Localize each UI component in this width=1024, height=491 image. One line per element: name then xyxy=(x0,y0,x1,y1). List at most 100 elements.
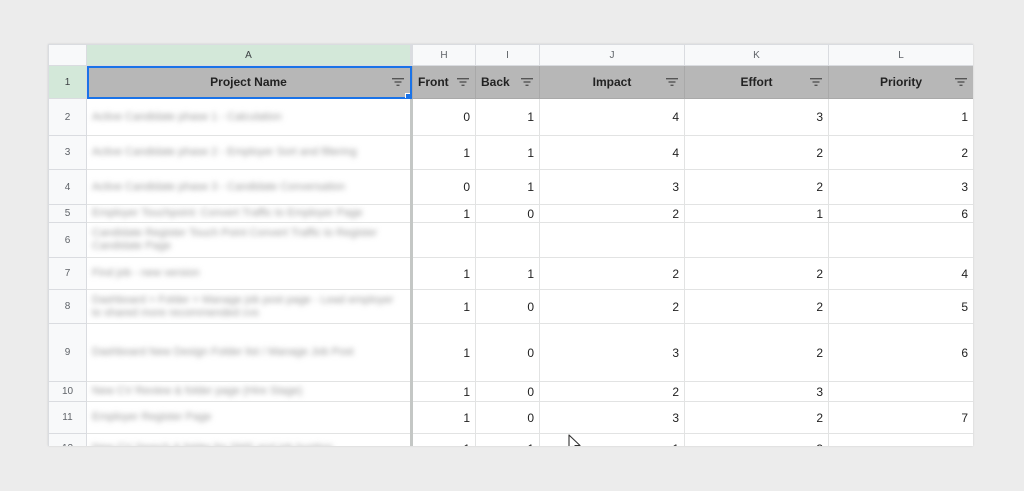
impact-cell[interactable]: 4 xyxy=(539,98,685,136)
filter-icon[interactable] xyxy=(521,77,533,87)
project-name-cell[interactable]: New CV Review & folder page (Hire Stage) xyxy=(86,381,413,402)
header-cell-priority[interactable]: Priority xyxy=(828,65,973,99)
effort-cell[interactable]: 2 xyxy=(684,135,829,170)
impact-cell[interactable]: 2 xyxy=(539,257,685,290)
row-number[interactable]: 7 xyxy=(48,257,87,290)
project-name-cell[interactable]: Active Candidate phase 3 - Candidate Con… xyxy=(86,169,413,205)
column-header-a[interactable]: A xyxy=(86,44,413,66)
column-header-k[interactable]: K xyxy=(684,44,829,66)
row-number[interactable]: 5 xyxy=(48,204,87,223)
back-cell[interactable]: 1 xyxy=(475,169,540,205)
front-cell[interactable]: 1 xyxy=(411,289,476,324)
project-name-cell[interactable]: Find job - new version xyxy=(86,257,413,290)
effort-cell[interactable]: 3 xyxy=(684,381,829,402)
priority-cell[interactable] xyxy=(828,433,973,446)
impact-cell[interactable]: 3 xyxy=(539,169,685,205)
back-cell[interactable]: 0 xyxy=(475,381,540,402)
front-cell[interactable]: 1 xyxy=(411,257,476,290)
effort-cell[interactable]: 2 xyxy=(684,257,829,290)
header-cell-effort[interactable]: Effort xyxy=(684,65,829,99)
header-cell-back[interactable]: Back xyxy=(475,65,540,99)
priority-cell[interactable] xyxy=(828,381,973,402)
front-cell[interactable]: 1 xyxy=(411,401,476,434)
effort-cell[interactable]: 1 xyxy=(684,204,829,223)
effort-cell[interactable]: 2 xyxy=(684,289,829,324)
impact-cell[interactable]: 4 xyxy=(539,135,685,170)
priority-cell[interactable]: 7 xyxy=(828,401,973,434)
front-cell[interactable]: 0 xyxy=(411,169,476,205)
row-number[interactable]: 3 xyxy=(48,135,87,170)
column-header-l[interactable]: L xyxy=(828,44,973,66)
header-cell-front[interactable]: Front xyxy=(411,65,476,99)
priority-cell[interactable]: 4 xyxy=(828,257,973,290)
filter-icon[interactable] xyxy=(392,77,404,87)
front-cell[interactable]: 1 xyxy=(411,433,476,446)
row-number[interactable]: 8 xyxy=(48,289,87,324)
filter-icon[interactable] xyxy=(810,77,822,87)
project-name-cell[interactable]: Employer Register Page xyxy=(86,401,413,434)
project-name-cell[interactable]: Dashboard New Design Folder list / Manag… xyxy=(86,323,413,382)
project-name-cell[interactable]: Active Candidate phase 1 - Calculation xyxy=(86,98,413,136)
project-name-cell[interactable]: New CV Search & folder for SMS and job h… xyxy=(86,433,413,446)
priority-cell[interactable]: 1 xyxy=(828,98,973,136)
spreadsheet-grid[interactable]: A H I J K L 1 Project Name Front Back Im… xyxy=(48,44,973,446)
project-name-cell[interactable]: Employer Touchpoint: Convert Traffic to … xyxy=(86,204,413,223)
priority-cell[interactable]: 6 xyxy=(828,204,973,223)
row-number[interactable]: 9 xyxy=(48,323,87,382)
front-cell[interactable]: 0 xyxy=(411,98,476,136)
impact-cell[interactable]: 3 xyxy=(539,401,685,434)
priority-cell[interactable]: 5 xyxy=(828,289,973,324)
impact-cell[interactable]: 3 xyxy=(539,323,685,382)
impact-cell[interactable]: 2 xyxy=(539,381,685,402)
back-cell[interactable]: 0 xyxy=(475,204,540,223)
back-cell[interactable]: 1 xyxy=(475,257,540,290)
impact-cell[interactable] xyxy=(539,222,685,258)
row-number[interactable]: 11 xyxy=(48,401,87,434)
back-cell[interactable]: 0 xyxy=(475,289,540,324)
priority-cell[interactable]: 6 xyxy=(828,323,973,382)
project-name-cell[interactable]: Dashboard > Folder > Manage job post pag… xyxy=(86,289,413,324)
effort-cell[interactable]: 2 xyxy=(684,323,829,382)
priority-cell[interactable]: 2 xyxy=(828,135,973,170)
back-cell[interactable]: 0 xyxy=(475,401,540,434)
row-number[interactable]: 1 xyxy=(48,65,87,99)
back-cell[interactable] xyxy=(475,222,540,258)
header-cell-impact[interactable]: Impact xyxy=(539,65,685,99)
effort-cell[interactable]: 3 xyxy=(684,98,829,136)
project-name-cell[interactable]: Candidate Register Touch Point Convert T… xyxy=(86,222,413,258)
row-number[interactable]: 4 xyxy=(48,169,87,205)
row-number[interactable]: 6 xyxy=(48,222,87,258)
row-number[interactable]: 10 xyxy=(48,381,87,402)
priority-cell[interactable] xyxy=(828,222,973,258)
filter-icon[interactable] xyxy=(457,77,469,87)
row-number[interactable]: 2 xyxy=(48,98,87,136)
effort-cell[interactable]: 3 xyxy=(684,433,829,446)
front-cell[interactable]: 1 xyxy=(411,135,476,170)
back-cell[interactable]: 1 xyxy=(475,135,540,170)
impact-cell[interactable]: 2 xyxy=(539,289,685,324)
back-cell[interactable]: 1 xyxy=(475,98,540,136)
effort-cell[interactable]: 2 xyxy=(684,169,829,205)
priority-cell[interactable]: 3 xyxy=(828,169,973,205)
select-all-corner[interactable] xyxy=(48,44,87,66)
effort-cell[interactable] xyxy=(684,222,829,258)
row-number[interactable]: 12 xyxy=(48,433,87,446)
front-cell[interactable]: 1 xyxy=(411,204,476,223)
project-name-text: Employer Touchpoint: Convert Traffic to … xyxy=(92,207,363,219)
front-cell[interactable] xyxy=(411,222,476,258)
effort-cell[interactable]: 2 xyxy=(684,401,829,434)
column-header-j[interactable]: J xyxy=(539,44,685,66)
impact-cell[interactable]: 1 xyxy=(539,433,685,446)
table-row: 4 Active Candidate phase 3 - Candidate Co… xyxy=(48,169,973,205)
filter-icon[interactable] xyxy=(666,77,678,87)
column-header-h[interactable]: H xyxy=(411,44,476,66)
project-name-cell[interactable]: Active Candidate phase 2 - Employer Sort… xyxy=(86,135,413,170)
front-cell[interactable]: 1 xyxy=(411,323,476,382)
header-cell-project-name[interactable]: Project Name xyxy=(86,65,413,99)
impact-cell[interactable]: 2 xyxy=(539,204,685,223)
column-header-i[interactable]: I xyxy=(475,44,540,66)
filter-icon[interactable] xyxy=(955,77,967,87)
front-cell[interactable]: 1 xyxy=(411,381,476,402)
back-cell[interactable]: 0 xyxy=(475,323,540,382)
back-cell[interactable]: 1 xyxy=(475,433,540,446)
